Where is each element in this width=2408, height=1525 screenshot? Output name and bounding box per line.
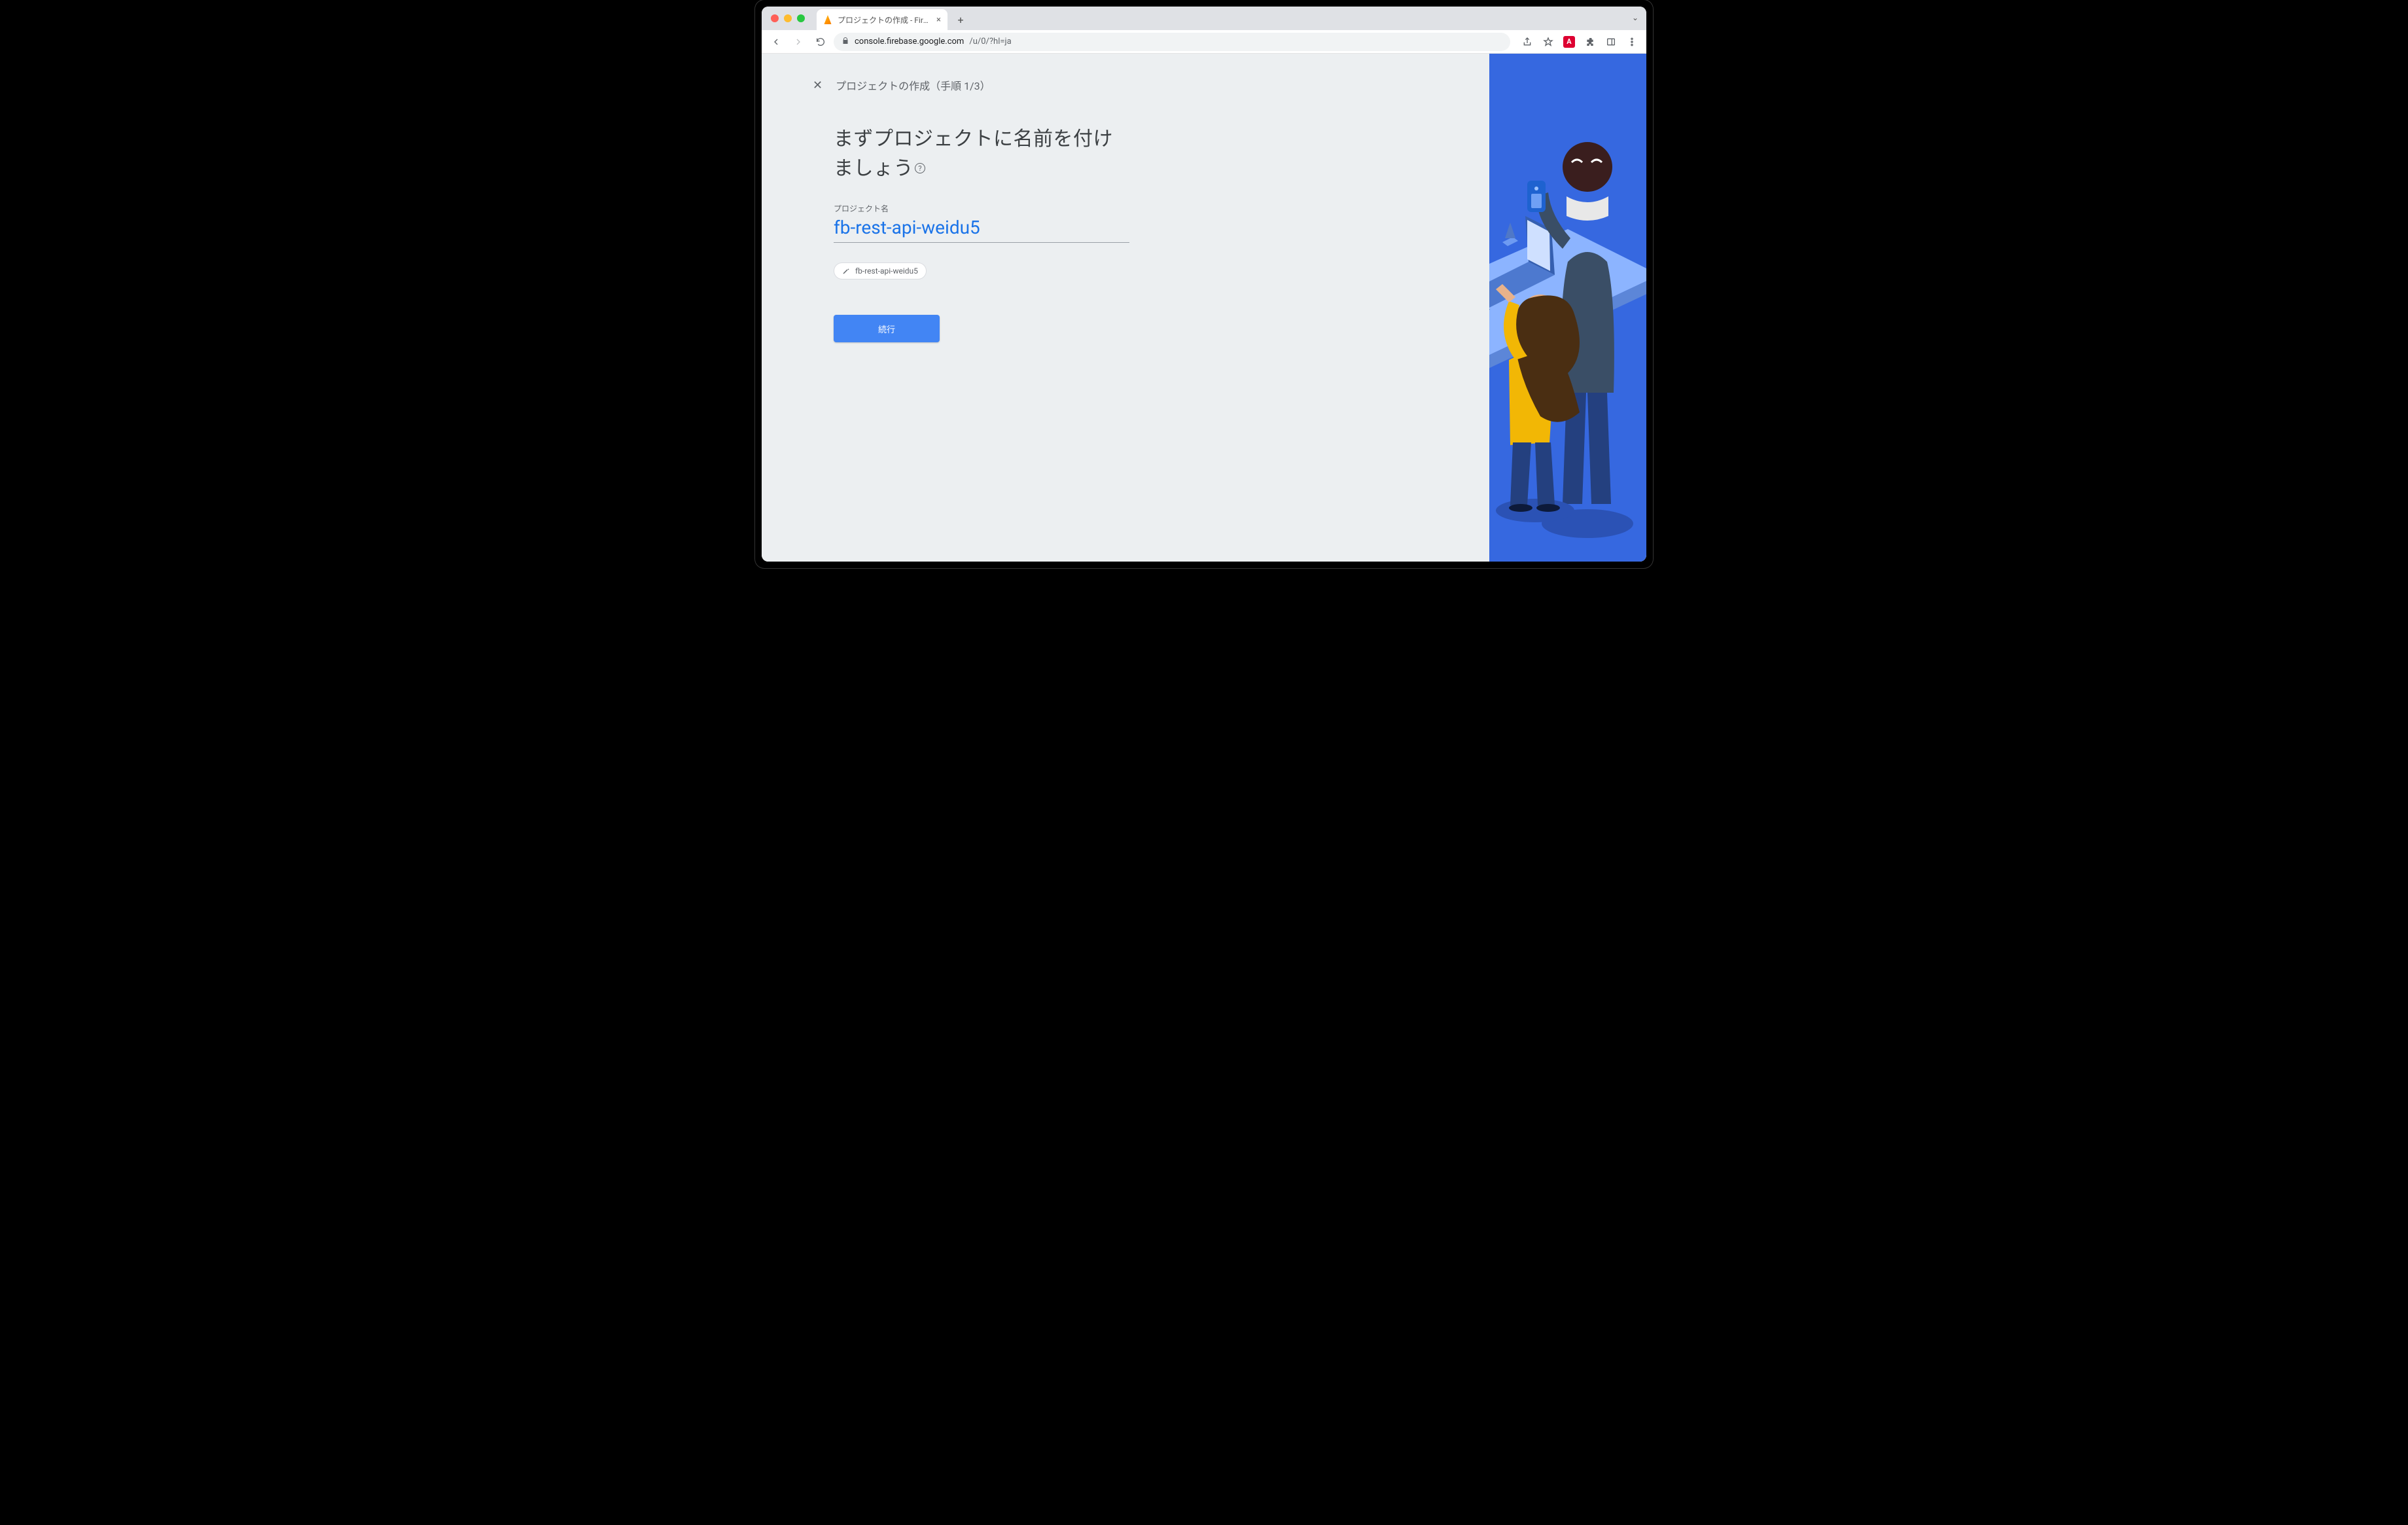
project-name-label: プロジェクト名 (834, 203, 1128, 214)
extensions-puzzle-icon[interactable] (1581, 33, 1599, 51)
project-id-chip[interactable]: fb-rest-api-weidu5 (834, 262, 927, 279)
heading-row: まずプロジェクトに名前を付けましょう? (834, 124, 1128, 183)
illustration-panel (1489, 54, 1646, 562)
window-maximize[interactable] (797, 14, 805, 22)
share-icon[interactable] (1518, 33, 1536, 51)
pencil-icon (842, 267, 850, 275)
window-controls (771, 14, 805, 22)
help-icon[interactable]: ? (915, 163, 925, 173)
window-minimize[interactable] (784, 14, 792, 22)
tab-close-icon[interactable]: × (936, 15, 941, 25)
side-panel-icon[interactable] (1602, 33, 1620, 51)
window-close[interactable] (771, 14, 779, 22)
lock-icon (841, 37, 849, 47)
browser-tab[interactable]: プロジェクトの作成 - Firebase コ × (817, 9, 947, 30)
url-host: console.firebase.google.com (855, 37, 964, 46)
url-path: /u/0/?hl=ja (969, 37, 1011, 46)
extension-angular-icon[interactable]: A (1560, 33, 1578, 51)
browser-menu-icon[interactable] (1623, 33, 1641, 51)
page-body: ✕ プロジェクトの作成（手順 1/3） まずプロジェクトに名前を付けましょう? … (762, 54, 1646, 562)
continue-button[interactable]: 続行 (834, 315, 940, 342)
browser-toolbar: console.firebase.google.com/u/0/?hl=ja A (762, 30, 1646, 54)
tab-overflow-icon[interactable]: ⌄ (1632, 13, 1638, 22)
new-tab-button[interactable]: + (951, 10, 970, 29)
close-wizard-button[interactable]: ✕ (813, 79, 823, 92)
browser-tab-bar: プロジェクトの作成 - Firebase コ × + ⌄ (762, 7, 1646, 30)
address-bar[interactable]: console.firebase.google.com/u/0/?hl=ja (834, 33, 1510, 51)
project-id-text: fb-rest-api-weidu5 (855, 266, 918, 276)
nav-forward-button[interactable] (789, 33, 807, 51)
tab-title: プロジェクトの作成 - Firebase コ (838, 14, 931, 26)
wizard-step-label: プロジェクトの作成（手順 1/3） (836, 77, 991, 93)
project-name-input[interactable] (834, 214, 1129, 243)
nav-back-button[interactable] (767, 33, 785, 51)
bookmark-star-icon[interactable] (1539, 33, 1557, 51)
page-heading: まずプロジェクトに名前を付けましょう (834, 128, 1113, 180)
firebase-favicon-icon (823, 15, 832, 24)
nav-reload-button[interactable] (811, 33, 830, 51)
